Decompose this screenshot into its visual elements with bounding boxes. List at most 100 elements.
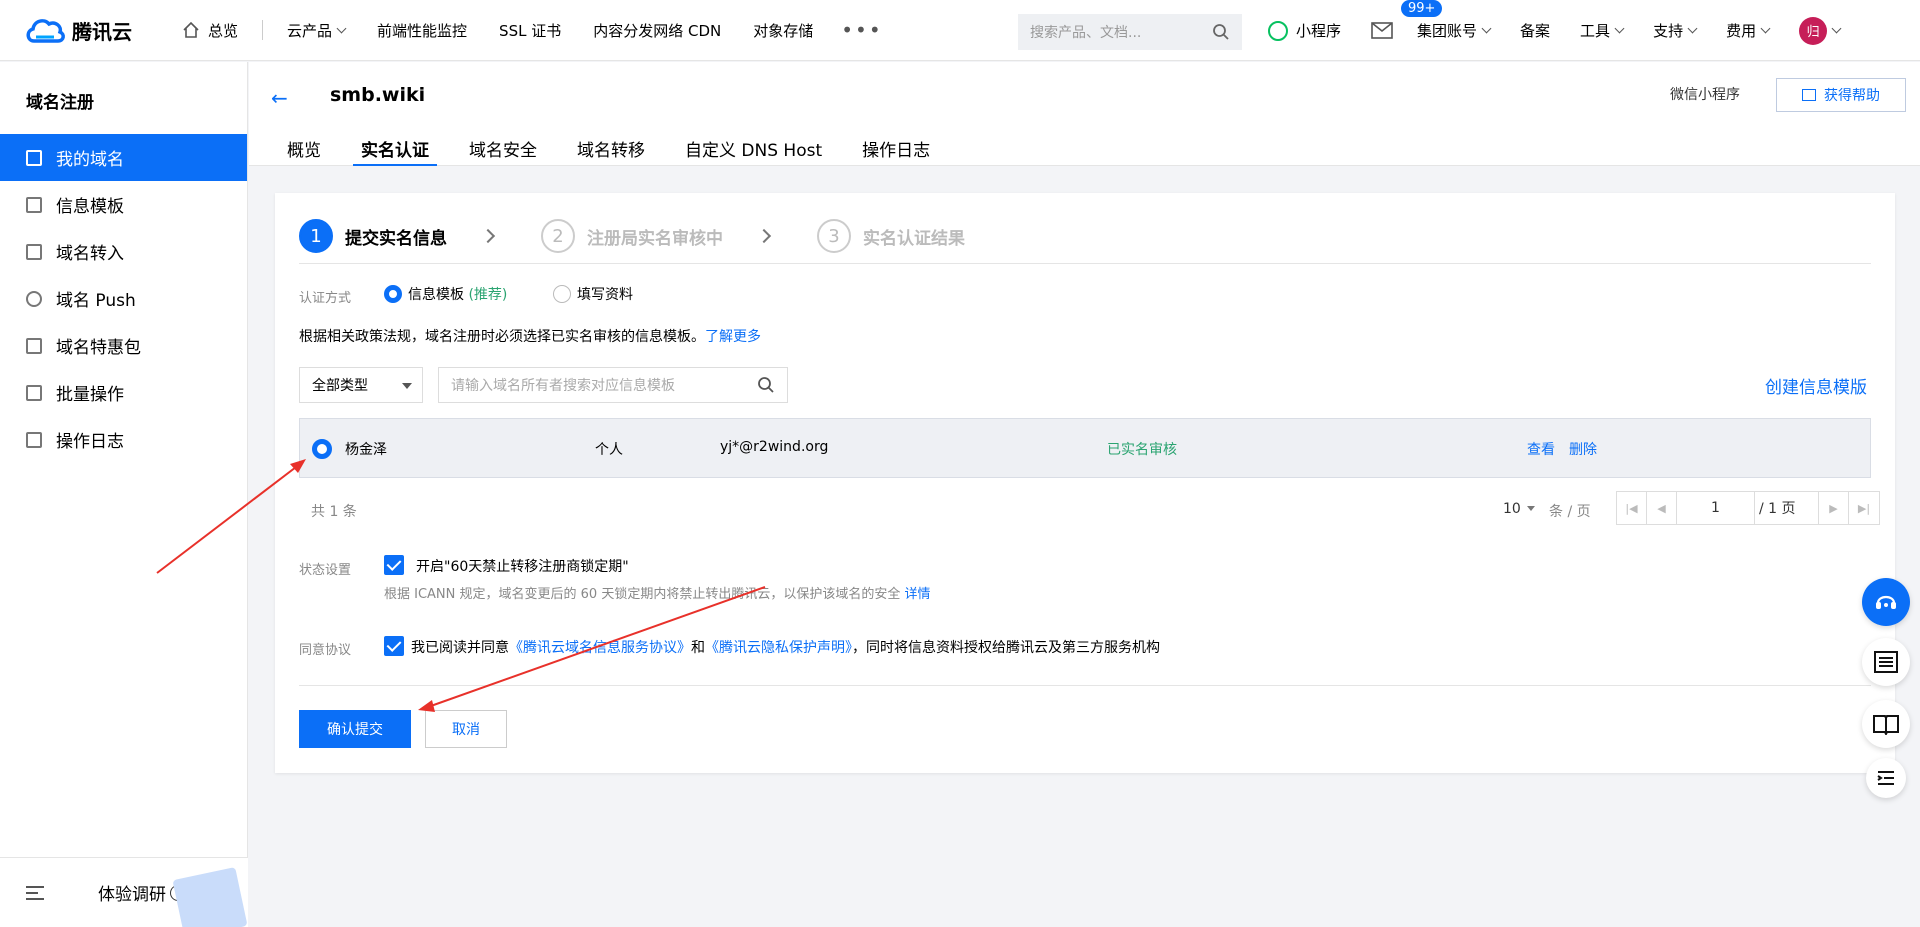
sidebar-item-my-domains[interactable]: 我的域名 — [0, 134, 247, 181]
sidebar-footer: 体验调研 ? — [0, 857, 248, 927]
page-header: ← smb.wiki 微信小程序 获得帮助 概览 实名认证 域名安全 域名转移 … — [249, 62, 1920, 166]
tab-dns-host[interactable]: 自定义 DNS Host — [685, 136, 822, 166]
nav-support[interactable]: 支持 — [1653, 20, 1698, 41]
home-icon — [183, 21, 199, 38]
tab-real-name[interactable]: 实名认证 — [353, 136, 437, 166]
nav-cos[interactable]: 对象存储 — [753, 20, 813, 41]
radio-dot — [384, 285, 402, 303]
template-search-input[interactable]: 请输入域名所有者搜索对应信息模板 — [438, 367, 788, 403]
status-badge: 已实名审核 — [1107, 442, 1177, 458]
mail-badge: 99+ — [1401, 0, 1443, 17]
agreement-checkbox[interactable] — [384, 636, 404, 656]
chevron-down-icon — [1687, 23, 1698, 34]
agreement-label: 同意协议 — [299, 643, 352, 658]
nav-billing[interactable]: 费用 — [1726, 20, 1771, 41]
collapse-menu-icon[interactable] — [26, 885, 44, 900]
real-name-card: 1 提交实名信息 2 注册局实名审核中 3 实名认证结果 认证方式 信息模板 (推荐)… — [275, 193, 1895, 773]
global-search-input[interactable]: 搜索产品、文档... — [1018, 14, 1242, 50]
caret-down-icon — [1526, 506, 1535, 511]
submit-button[interactable]: 确认提交 — [299, 710, 411, 748]
nav-group-account[interactable]: 集团账号 — [1417, 20, 1492, 41]
next-page-icon[interactable]: ▶ — [1819, 492, 1849, 524]
nav-frontend-monitor[interactable]: 前端性能监控 — [377, 20, 467, 41]
survey-link[interactable]: 体验调研 — [98, 880, 166, 905]
nav-tools-label: 工具 — [1580, 22, 1611, 40]
step-label: 注册局实名审核中 — [587, 228, 723, 249]
list-tool-button[interactable] — [1862, 638, 1910, 686]
view-link[interactable]: 查看 — [1527, 439, 1555, 459]
cancel-button[interactable]: 取消 — [425, 710, 507, 748]
prev-page-icon[interactable]: ◀ — [1647, 492, 1677, 524]
learn-more-link[interactable]: 了解更多 — [705, 329, 761, 345]
last-page-icon[interactable]: ▶| — [1849, 492, 1879, 524]
nav-cloud-products-label: 云产品 — [287, 21, 333, 40]
template-search-placeholder: 请输入域名所有者搜索对应信息模板 — [451, 378, 675, 394]
nav-billing-label: 费用 — [1726, 22, 1757, 40]
step-1: 1 提交实名信息 — [299, 219, 447, 253]
chevron-down-icon[interactable] — [1831, 23, 1842, 34]
agreement-suffix: ，同时将信息资料授权给腾讯云及第三方服务机构 — [852, 640, 1160, 656]
wechat-mini-program-link[interactable]: 微信小程序 — [1670, 84, 1740, 104]
customer-service-button[interactable] — [1862, 578, 1910, 626]
row-radio[interactable] — [312, 439, 332, 459]
sidebar-item-logs[interactable]: 操作日志 — [0, 416, 247, 463]
search-icon[interactable] — [1212, 23, 1230, 41]
lock-details-link[interactable]: 详情 — [904, 587, 930, 602]
more-icon[interactable]: ••• — [841, 18, 882, 42]
sidebar-item-push[interactable]: 域名 Push — [0, 275, 247, 322]
mini-program-label: 小程序 — [1296, 22, 1342, 40]
global-search-placeholder: 搜索产品、文档... — [1030, 25, 1142, 41]
privacy-statement-link[interactable]: 《腾讯云隐私保护声明》 — [705, 640, 852, 656]
sidebar-item-templates[interactable]: 信息模板 — [0, 181, 247, 228]
avatar[interactable]: 归 — [1799, 16, 1828, 45]
nav-home[interactable]: 总览 — [182, 20, 238, 41]
agreement-and: 和 — [691, 640, 705, 656]
headset-icon — [1876, 595, 1896, 609]
tab-overview[interactable]: 概览 — [287, 136, 321, 166]
nav-cdn[interactable]: 内容分发网络 CDN — [593, 20, 721, 41]
gift-icon — [26, 337, 42, 354]
owner-type: 个人 — [595, 442, 623, 458]
tab-security[interactable]: 域名安全 — [469, 136, 537, 166]
nav-tools[interactable]: 工具 — [1580, 20, 1625, 41]
sidebar-item-transfer-in[interactable]: 域名转入 — [0, 228, 247, 275]
tab-transfer[interactable]: 域名转移 — [577, 136, 645, 166]
service-agreement-link[interactable]: 《腾讯云域名信息服务协议》 — [509, 640, 691, 656]
docs-tool-button[interactable] — [1862, 700, 1910, 748]
nav-support-label: 支持 — [1653, 22, 1684, 40]
outline-tool-button[interactable] — [1866, 758, 1906, 798]
first-page-icon[interactable]: |◀ — [1617, 492, 1647, 524]
tab-logs[interactable]: 操作日志 — [862, 136, 930, 166]
get-help-button[interactable]: 获得帮助 — [1776, 78, 1906, 112]
delete-link[interactable]: 删除 — [1569, 439, 1597, 459]
nav-beian[interactable]: 备案 — [1520, 20, 1550, 41]
lock-setting-label: 状态设置 — [299, 563, 352, 578]
nav-cloud-products[interactable]: 云产品 — [287, 20, 347, 41]
create-template-link[interactable]: 创建信息模版 — [1765, 373, 1867, 398]
cloud-logo-icon — [26, 19, 65, 43]
nav-home-label: 总览 — [208, 21, 239, 40]
brand-logo[interactable]: 腾讯云 — [24, 15, 142, 45]
lock-checkbox[interactable] — [384, 555, 404, 575]
page-size-select[interactable]: 10 — [1503, 501, 1539, 517]
type-select[interactable]: 全部类型 — [299, 367, 423, 403]
per-page-label: 条 / 页 — [1549, 504, 1591, 520]
nav-ssl[interactable]: SSL 证书 — [499, 20, 561, 41]
mini-program-link[interactable]: 小程序 — [1268, 20, 1341, 41]
total-count: 共 1 条 — [311, 504, 357, 520]
sidebar-item-batch[interactable]: 批量操作 — [0, 369, 247, 416]
search-icon[interactable] — [757, 376, 775, 394]
page-number-input[interactable]: 1 — [1677, 492, 1755, 524]
back-arrow-icon[interactable]: ← — [271, 86, 288, 110]
radio-fill-info[interactable]: 填写资料 — [553, 284, 633, 304]
book-icon — [1802, 89, 1816, 101]
sidebar-item-packages[interactable]: 域名特惠包 — [0, 322, 247, 369]
radio-template[interactable]: 信息模板 (推荐) — [384, 284, 507, 304]
pagination: 共 1 条 10 条 / 页 |◀ ◀ 1 / 1 页 ▶ ▶| — [299, 491, 1880, 527]
steps-divider — [299, 263, 1871, 264]
sidebar-item-label: 我的域名 — [56, 150, 124, 170]
step-number: 1 — [299, 219, 333, 253]
policy-note: 根据相关政策法规，域名注册时必须选择已实名审核的信息模板。了解更多 — [299, 326, 761, 346]
mail-button[interactable]: 99+ — [1371, 0, 1443, 40]
table-row[interactable]: 杨金泽 个人 yj*@r2wind.org 已实名审核 查看 删除 — [299, 418, 1871, 478]
